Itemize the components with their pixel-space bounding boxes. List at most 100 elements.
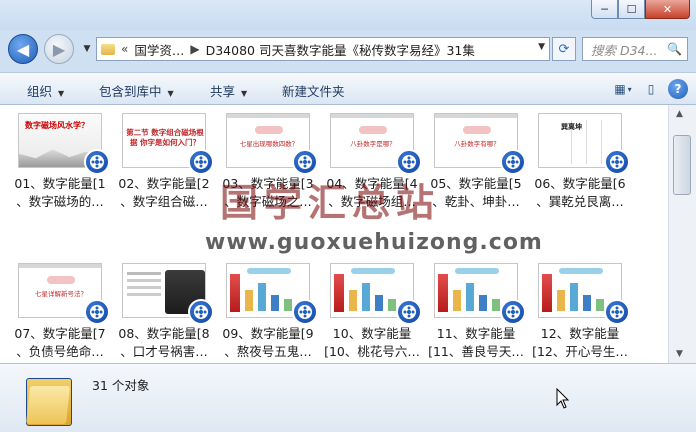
video-file-icon <box>188 299 214 325</box>
file-item[interactable]: 第二节 数字组合磁场根据 你字是如何入门？ 02、数字能量[2 、数字组合磁… <box>112 109 215 213</box>
file-item[interactable]: 七星出现哪数四数？ 03、数字能量[3 、数字磁场之… <box>216 109 319 213</box>
preview-pane-button[interactable]: ▯ <box>640 78 662 100</box>
help-icon: ? <box>674 82 682 96</box>
file-name: 09、数字能量[9 、熬夜号五鬼… <box>218 325 318 361</box>
file-name-line1: 10、数字能量 <box>332 326 412 341</box>
thumbnail-text: 七星出现哪数四数？ <box>239 140 299 148</box>
thumbnail-text: 巽离坤 <box>561 123 582 131</box>
window-controls: ─ ☐ ✕ <box>591 0 690 19</box>
breadcrumb-segment-current[interactable]: D34080 司天喜数字能量《秘传数字易经》31集 <box>206 40 475 59</box>
file-item[interactable]: 数字磁场风水学？ 01、数字能量[1 、数字磁场的… <box>8 109 111 213</box>
navigation-bar: ◀ ▶ ▼ « 国学资… ▶ D34080 司天喜数字能量《秘传数字易经》31集… <box>0 32 696 68</box>
file-item[interactable]: 09、数字能量[9 、熬夜号五鬼… <box>216 259 319 363</box>
file-item[interactable]: 七星详解新号法？ 07、数字能量[7 、负债号绝命… <box>8 259 111 363</box>
file-name-line2: 、乾卦、坤卦… <box>432 194 520 209</box>
video-file-icon <box>500 299 526 325</box>
search-box[interactable]: 搜索 D34... 🔍 <box>582 37 688 61</box>
file-name-line2: [12、开心号生… <box>532 344 628 359</box>
refresh-icon: ⟳ <box>558 41 570 57</box>
preview-pane-icon: ▯ <box>647 82 655 96</box>
file-item[interactable]: 10、数字能量 [10、桃花号六… <box>320 259 423 363</box>
file-name-line2: 、口才号祸害… <box>120 344 208 359</box>
file-item[interactable]: 08、数字能量[8 、口才号祸害… <box>112 259 215 363</box>
address-bar[interactable]: « 国学资… ▶ D34080 司天喜数字能量《秘传数字易经》31集 ▼ <box>96 37 550 61</box>
maximize-button[interactable]: ☐ <box>618 0 645 19</box>
file-name: 12、数字能量 [12、开心号生… <box>530 325 630 361</box>
file-name-line2: 、数字磁场组… <box>328 194 416 209</box>
scrollbar-thumb[interactable] <box>673 135 691 195</box>
title-bar: ─ ☐ ✕ <box>0 0 696 30</box>
chevron-down-icon: ▼ <box>241 89 248 98</box>
search-icon[interactable]: 🔍 <box>667 42 682 56</box>
file-item[interactable]: 12、数字能量 [12、开心号生… <box>528 259 631 363</box>
file-name-line1: 04、数字能量[4 <box>326 176 418 191</box>
breadcrumb-segment-parent[interactable]: 国学资… <box>134 40 184 59</box>
file-item[interactable]: 八卦数字是哪？ 04、数字能量[4 、数字磁场组… <box>320 109 423 213</box>
help-button[interactable]: ? <box>668 79 688 99</box>
scroll-down-icon[interactable]: ▼ <box>676 349 683 359</box>
video-file-icon <box>292 299 318 325</box>
file-name-line2: 、数字组合磁… <box>120 194 208 209</box>
file-name-line2: 、巽乾兑艮离… <box>536 194 624 209</box>
organize-menu[interactable]: 组织 ▼ <box>27 81 64 100</box>
forward-button[interactable]: ▶ <box>44 34 74 64</box>
file-item[interactable]: 八卦数字有哪？ 05、数字能量[5 、乾卦、坤卦… <box>424 109 527 213</box>
file-name: 10、数字能量 [10、桃花号六… <box>322 325 422 361</box>
back-button[interactable]: ◀ <box>8 34 38 64</box>
file-name: 07、数字能量[7 、负债号绝命… <box>10 325 110 361</box>
file-name-line1: 07、数字能量[7 <box>14 326 106 341</box>
file-name: 11、数字能量 [11、善良号天… <box>426 325 526 361</box>
item-count: 31 个对象 <box>92 378 150 393</box>
video-file-icon <box>396 149 422 175</box>
file-name-line1: 12、数字能量 <box>540 326 620 341</box>
file-name: 01、数字能量[1 、数字磁场的… <box>10 175 110 211</box>
recent-pages-dropdown[interactable]: ▼ <box>80 42 94 56</box>
command-bar: 组织 ▼ 包含到库中 ▼ 共享 ▼ 新建文件夹 ▦ ▾ ▯ ? <box>0 72 696 105</box>
file-item[interactable]: 11、数字能量 [11、善良号天… <box>424 259 527 363</box>
file-name-line1: 05、数字能量[5 <box>430 176 522 191</box>
vertical-scrollbar[interactable]: ▲ ▼ <box>668 105 696 363</box>
back-arrow-icon: ◀ <box>16 39 30 59</box>
thumbnail-text: 七星详解新号法？ <box>35 290 87 298</box>
close-button[interactable]: ✕ <box>645 0 690 19</box>
chevron-down-icon: ▼ <box>83 44 91 54</box>
share-menu[interactable]: 共享 ▼ <box>210 81 247 100</box>
file-name: 08、数字能量[8 、口才号祸害… <box>114 325 214 361</box>
video-file-icon <box>396 299 422 325</box>
chevron-down-icon: ▼ <box>58 89 65 98</box>
include-in-library-label: 包含到库中 <box>99 84 162 99</box>
breadcrumb-separator-icon[interactable]: ▶ <box>190 42 199 56</box>
video-file-icon <box>604 299 630 325</box>
file-name-line2: [10、桃花号六… <box>324 344 420 359</box>
file-name: 02、数字能量[2 、数字组合磁… <box>114 175 214 211</box>
new-folder-button[interactable]: 新建文件夹 <box>282 81 345 100</box>
refresh-button[interactable]: ⟳ <box>552 37 576 61</box>
explorer-window: ─ ☐ ✕ ◀ ▶ ▼ « 国学资… ▶ D34080 司天喜数字能量《秘传数字… <box>0 0 696 432</box>
file-name-line2: 、负债号绝命… <box>16 344 104 359</box>
view-grid-icon: ▦ <box>614 82 626 96</box>
minimize-button[interactable]: ─ <box>591 0 618 19</box>
file-name-line1: 06、数字能量[6 <box>534 176 626 191</box>
file-list-view[interactable]: 数字磁场风水学？ 01、数字能量[1 、数字磁场的… 第二节 数字组合磁场根据 你字是… <box>0 105 668 363</box>
share-label: 共享 <box>210 84 236 99</box>
address-dropdown-button[interactable]: ▼ <box>538 42 545 52</box>
file-name-line1: 02、数字能量[2 <box>118 176 210 191</box>
file-name-line1: 11、数字能量 <box>436 326 516 341</box>
address-overflow-button[interactable]: « <box>121 42 128 56</box>
thumbnail-text: 第二节 数字组合磁场根据 你字是如何入门？ <box>126 128 204 147</box>
thumbnail-text: 数字磁场风水学？ <box>25 121 89 130</box>
chevron-down-icon: ▼ <box>167 89 174 98</box>
video-file-icon <box>500 149 526 175</box>
file-name-line2: 、数字磁场的… <box>16 194 104 209</box>
include-in-library-menu[interactable]: 包含到库中 ▼ <box>99 81 174 100</box>
search-input[interactable]: 搜索 D34... <box>591 40 665 59</box>
change-view-button[interactable]: ▦ ▾ <box>612 78 634 100</box>
mouse-cursor-icon <box>556 388 570 409</box>
file-name-line1: 09、数字能量[9 <box>222 326 314 341</box>
file-name-line1: 08、数字能量[8 <box>118 326 210 341</box>
file-name-line2: 、数字磁场之… <box>224 194 312 209</box>
file-item[interactable]: 巽离坤 06、数字能量[6 、巽乾兑艮离… <box>528 109 631 213</box>
file-name-line1: 01、数字能量[1 <box>14 176 106 191</box>
scroll-up-icon[interactable]: ▲ <box>676 109 683 119</box>
file-name-line2: [11、善良号天… <box>428 344 524 359</box>
